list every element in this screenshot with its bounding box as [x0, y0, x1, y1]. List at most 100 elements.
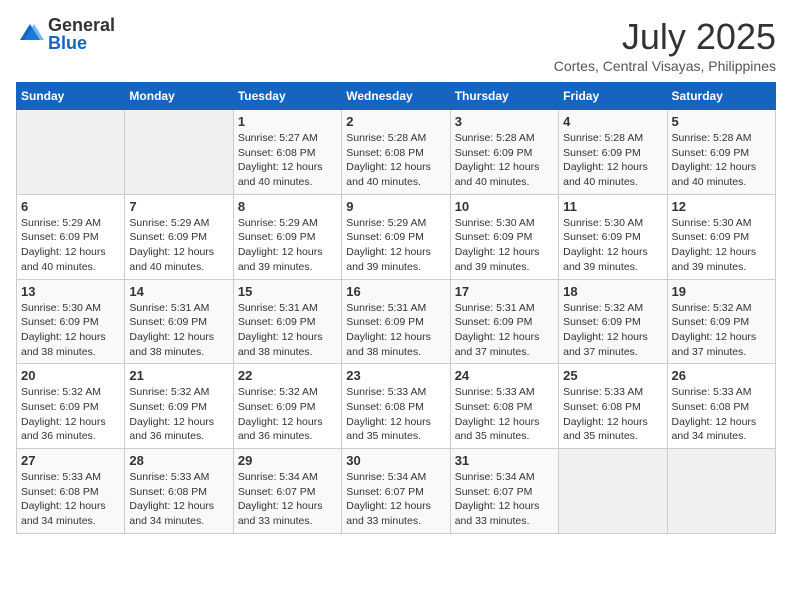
calendar-cell: 5Sunrise: 5:28 AMSunset: 6:09 PMDaylight… — [667, 110, 775, 195]
day-info: Sunrise: 5:31 AMSunset: 6:09 PMDaylight:… — [346, 301, 445, 360]
calendar-cell: 4 Sunrise: 5:28 AMSunset: 6:09 PMDaylight… — [559, 110, 667, 195]
calendar-cell: 29Sunrise: 5:34 AMSunset: 6:07 PMDayligh… — [233, 449, 341, 534]
month-title: July 2025 — [554, 16, 776, 58]
day-info: Sunrise: 5:32 AMSunset: 6:09 PMDaylight:… — [129, 385, 228, 444]
calendar-cell: 9 Sunrise: 5:29 AMSunset: 6:09 PMDaylight… — [342, 194, 450, 279]
day-number: 2 — [346, 114, 445, 129]
header-sunday: Sunday — [17, 83, 125, 110]
header-wednesday: Wednesday — [342, 83, 450, 110]
calendar-cell: 18Sunrise: 5:32 AMSunset: 6:09 PMDayligh… — [559, 279, 667, 364]
day-number: 28 — [129, 453, 228, 468]
calendar-cell: 24 Sunrise: 5:33 AMSunset: 6:08 PMDayligh… — [450, 364, 558, 449]
day-info: Sunrise: 5:29 AMSunset: 6:09 PMDaylight:… — [129, 216, 228, 275]
day-number: 11 — [563, 199, 662, 214]
calendar-cell: 19 Sunrise: 5:32 AMSunset: 6:09 PMDayligh… — [667, 279, 775, 364]
calendar-cell: 7 Sunrise: 5:29 AMSunset: 6:09 PMDaylight… — [125, 194, 233, 279]
day-number: 4 — [563, 114, 662, 129]
day-number: 6 — [21, 199, 120, 214]
day-info: Sunrise: 5:29 AMSunset: 6:09 PMDaylight:… — [21, 216, 120, 275]
calendar-cell: 6 Sunrise: 5:29 AMSunset: 6:09 PMDaylight… — [17, 194, 125, 279]
day-info: Sunrise: 5:32 AMSunset: 6:09 PMDaylight:… — [21, 385, 120, 444]
day-number: 17 — [455, 284, 554, 299]
day-number: 14 — [129, 284, 228, 299]
day-info: Sunrise: 5:33 AMSunset: 6:08 PMDaylight:… — [129, 470, 228, 529]
week-row-2: 6 Sunrise: 5:29 AMSunset: 6:09 PMDaylight… — [17, 194, 776, 279]
day-info: Sunrise: 5:33 AMSunset: 6:08 PMDaylight:… — [455, 385, 554, 444]
day-info: Sunrise: 5:32 AMSunset: 6:09 PMDaylight:… — [238, 385, 337, 444]
day-number: 13 — [21, 284, 120, 299]
day-number: 22 — [238, 368, 337, 383]
calendar-header-row: SundayMondayTuesdayWednesdayThursdayFrid… — [17, 83, 776, 110]
day-number: 25 — [563, 368, 662, 383]
calendar-cell: 8 Sunrise: 5:29 AMSunset: 6:09 PMDaylight… — [233, 194, 341, 279]
calendar-cell — [125, 110, 233, 195]
day-number: 23 — [346, 368, 445, 383]
day-info: Sunrise: 5:32 AMSunset: 6:09 PMDaylight:… — [563, 301, 662, 360]
day-number: 29 — [238, 453, 337, 468]
day-number: 31 — [455, 453, 554, 468]
calendar-cell: 16 Sunrise: 5:31 AMSunset: 6:09 PMDayligh… — [342, 279, 450, 364]
day-number: 9 — [346, 199, 445, 214]
calendar-cell: 27 Sunrise: 5:33 AMSunset: 6:08 PMDayligh… — [17, 449, 125, 534]
calendar-cell — [17, 110, 125, 195]
header-monday: Monday — [125, 83, 233, 110]
calendar-cell: 23Sunrise: 5:33 AMSunset: 6:08 PMDayligh… — [342, 364, 450, 449]
day-info: Sunrise: 5:31 AMSunset: 6:09 PMDaylight:… — [129, 301, 228, 360]
calendar-cell: 13Sunrise: 5:30 AMSunset: 6:09 PMDayligh… — [17, 279, 125, 364]
calendar-cell: 25 Sunrise: 5:33 AMSunset: 6:08 PMDayligh… — [559, 364, 667, 449]
day-info: Sunrise: 5:29 AMSunset: 6:09 PMDaylight:… — [346, 216, 445, 275]
calendar-cell: 11 Sunrise: 5:30 AMSunset: 6:09 PMDayligh… — [559, 194, 667, 279]
day-number: 19 — [672, 284, 771, 299]
calendar-cell: 12Sunrise: 5:30 AMSunset: 6:09 PMDayligh… — [667, 194, 775, 279]
logo-blue: Blue — [48, 34, 115, 52]
calendar-cell: 20Sunrise: 5:32 AMSunset: 6:09 PMDayligh… — [17, 364, 125, 449]
day-number: 8 — [238, 199, 337, 214]
day-number: 27 — [21, 453, 120, 468]
location-subtitle: Cortes, Central Visayas, Philippines — [554, 58, 776, 74]
calendar-cell: 26 Sunrise: 5:33 AMSunset: 6:08 PMDayligh… — [667, 364, 775, 449]
calendar-cell: 21 Sunrise: 5:32 AMSunset: 6:09 PMDayligh… — [125, 364, 233, 449]
calendar-cell: 14 Sunrise: 5:31 AMSunset: 6:09 PMDayligh… — [125, 279, 233, 364]
day-info: Sunrise: 5:34 AMSunset: 6:07 PMDaylight:… — [455, 470, 554, 529]
day-number: 16 — [346, 284, 445, 299]
day-info: Sunrise: 5:28 AMSunset: 6:09 PMDaylight:… — [563, 131, 662, 190]
calendar-cell: 3Sunrise: 5:28 AMSunset: 6:09 PMDaylight… — [450, 110, 558, 195]
day-info: Sunrise: 5:30 AMSunset: 6:09 PMDaylight:… — [563, 216, 662, 275]
calendar-table: SundayMondayTuesdayWednesdayThursdayFrid… — [16, 82, 776, 534]
day-number: 15 — [238, 284, 337, 299]
header-thursday: Thursday — [450, 83, 558, 110]
day-number: 26 — [672, 368, 771, 383]
calendar-cell: 30Sunrise: 5:34 AMSunset: 6:07 PMDayligh… — [342, 449, 450, 534]
header-tuesday: Tuesday — [233, 83, 341, 110]
calendar-cell: 10Sunrise: 5:30 AMSunset: 6:09 PMDayligh… — [450, 194, 558, 279]
day-info: Sunrise: 5:32 AMSunset: 6:09 PMDaylight:… — [672, 301, 771, 360]
day-info: Sunrise: 5:33 AMSunset: 6:08 PMDaylight:… — [672, 385, 771, 444]
calendar-cell: 22 Sunrise: 5:32 AMSunset: 6:09 PMDayligh… — [233, 364, 341, 449]
calendar-cell: 15 Sunrise: 5:31 AMSunset: 6:09 PMDayligh… — [233, 279, 341, 364]
calendar-cell: 28 Sunrise: 5:33 AMSunset: 6:08 PMDayligh… — [125, 449, 233, 534]
day-info: Sunrise: 5:27 AMSunset: 6:08 PMDaylight:… — [238, 131, 337, 190]
calendar-cell: 2Sunrise: 5:28 AMSunset: 6:08 PMDaylight… — [342, 110, 450, 195]
week-row-3: 13Sunrise: 5:30 AMSunset: 6:09 PMDayligh… — [17, 279, 776, 364]
logo: General Blue — [16, 16, 115, 52]
week-row-1: 1Sunrise: 5:27 AMSunset: 6:08 PMDaylight… — [17, 110, 776, 195]
header-saturday: Saturday — [667, 83, 775, 110]
week-row-4: 20Sunrise: 5:32 AMSunset: 6:09 PMDayligh… — [17, 364, 776, 449]
day-info: Sunrise: 5:29 AMSunset: 6:09 PMDaylight:… — [238, 216, 337, 275]
day-number: 24 — [455, 368, 554, 383]
day-number: 21 — [129, 368, 228, 383]
day-number: 3 — [455, 114, 554, 129]
calendar-cell: 31 Sunrise: 5:34 AMSunset: 6:07 PMDayligh… — [450, 449, 558, 534]
day-number: 7 — [129, 199, 228, 214]
day-number: 30 — [346, 453, 445, 468]
calendar-cell: 17 Sunrise: 5:31 AMSunset: 6:09 PMDayligh… — [450, 279, 558, 364]
day-info: Sunrise: 5:33 AMSunset: 6:08 PMDaylight:… — [563, 385, 662, 444]
day-number: 10 — [455, 199, 554, 214]
day-info: Sunrise: 5:33 AMSunset: 6:08 PMDaylight:… — [21, 470, 120, 529]
calendar-cell — [559, 449, 667, 534]
logo-general: General — [48, 16, 115, 34]
day-info: Sunrise: 5:31 AMSunset: 6:09 PMDaylight:… — [455, 301, 554, 360]
logo-text: General Blue — [48, 16, 115, 52]
logo-icon — [16, 20, 44, 48]
day-info: Sunrise: 5:31 AMSunset: 6:09 PMDaylight:… — [238, 301, 337, 360]
